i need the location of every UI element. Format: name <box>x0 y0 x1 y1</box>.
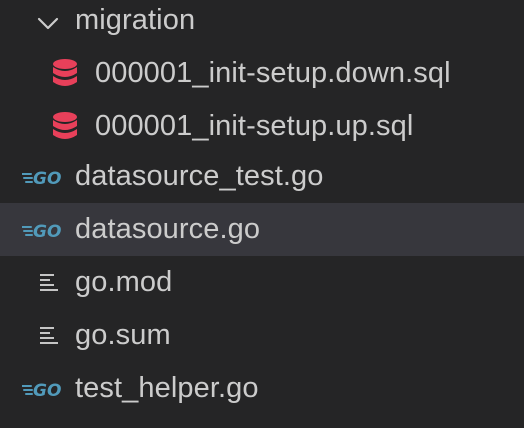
tree-item-sql-down[interactable]: 000001_init-setup.down.sql <box>0 47 524 100</box>
go-file-icon: GO <box>22 169 61 187</box>
file-label: datasource_test.go <box>75 160 324 192</box>
file-label: go.mod <box>75 266 173 298</box>
file-label: go.sum <box>75 319 171 351</box>
folder-migration[interactable]: migration <box>0 0 524 47</box>
chevron-down-icon[interactable] <box>36 12 60 36</box>
svg-text:GO: GO <box>33 381 61 399</box>
tree-item-go-sum[interactable]: go.sum <box>0 309 524 362</box>
tree-item-datasource-test-go[interactable]: GO datasource_test.go <box>0 150 524 203</box>
svg-text:GO: GO <box>33 222 61 240</box>
file-label: test_helper.go <box>75 372 259 404</box>
svg-text:GO: GO <box>33 169 61 187</box>
tree-item-go-mod[interactable]: go.mod <box>0 256 524 309</box>
database-icon <box>53 112 77 139</box>
database-icon <box>53 59 77 86</box>
file-label: datasource.go <box>75 213 261 245</box>
tree-item-datasource-go[interactable]: GO datasource.go <box>0 203 524 256</box>
text-file-icon <box>40 327 58 344</box>
text-file-icon <box>40 274 58 291</box>
tree-item-test-helper-go[interactable]: GO test_helper.go <box>0 362 524 415</box>
go-file-icon: GO <box>22 222 61 240</box>
folder-label: migration <box>75 4 196 36</box>
file-label: 000001_init-setup.down.sql <box>95 57 451 89</box>
file-explorer-tree: migration 000001_init-setup.down.sql 000… <box>0 0 524 428</box>
file-label: 000001_init-setup.up.sql <box>95 110 414 142</box>
go-file-icon: GO <box>22 381 61 399</box>
tree-item-sql-up[interactable]: 000001_init-setup.up.sql <box>0 100 524 153</box>
